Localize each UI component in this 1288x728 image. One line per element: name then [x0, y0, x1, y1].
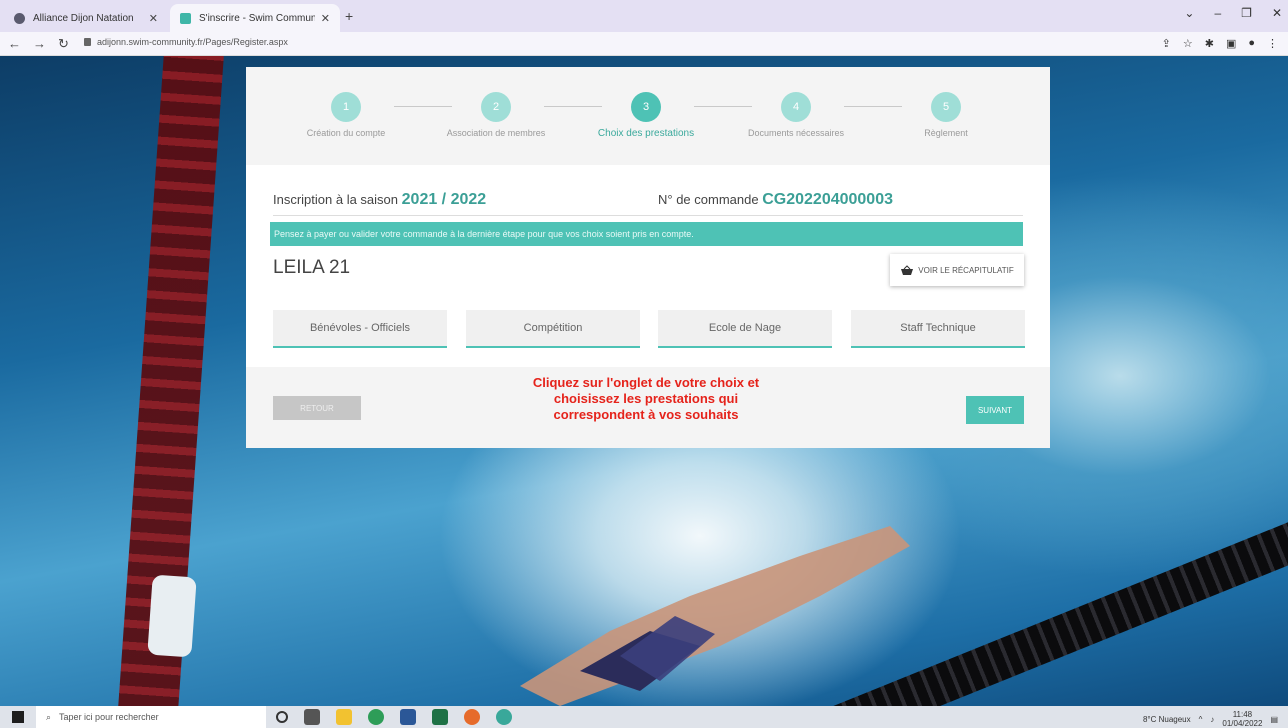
star-icon[interactable]: ☆	[1183, 37, 1193, 50]
step-label: Documents nécessaires	[747, 128, 845, 138]
word-icon[interactable]	[400, 709, 416, 725]
tab-title: S'inscrire - Swim Community	[199, 12, 315, 24]
new-tab-button[interactable]: +	[345, 8, 353, 24]
clock-date: 01/04/2022	[1222, 719, 1263, 728]
browser-toolbar-icons: ⇪ ☆ ✱ ▣ ● ⋮	[1162, 37, 1278, 50]
season-info: Inscription à la saison 2021 / 2022	[273, 191, 486, 209]
step-label: Association de membres	[446, 128, 546, 138]
window-controls: ⌄ – ❐ ✕	[1184, 6, 1282, 20]
order-label: N° de commande	[658, 192, 759, 207]
stepper: 1 Création du compte 2 Association de me…	[246, 67, 1050, 165]
category-tab-benevoles[interactable]: Bénévoles - Officiels	[273, 310, 447, 348]
lane-rope-white-segment	[147, 574, 197, 658]
search-placeholder: Taper ici pour rechercher	[59, 712, 159, 722]
notification-icon[interactable]: ▤	[1270, 715, 1278, 724]
instruction-text: Cliquez sur l'onglet de votre choix et c…	[532, 375, 760, 422]
volume-icon[interactable]: ♪	[1210, 715, 1214, 724]
divider	[273, 215, 1023, 216]
search-icon: ⌕	[46, 711, 52, 722]
recap-label: VOIR LE RÉCAPITULATIF	[918, 265, 1014, 275]
firefox-icon[interactable]	[464, 709, 480, 725]
payment-notice: Pensez à payer ou valider votre commande…	[270, 222, 1023, 246]
category-tab-staff-technique[interactable]: Staff Technique	[851, 310, 1025, 348]
back-arrow-icon[interactable]: ←	[8, 36, 21, 52]
share-icon[interactable]: ⇪	[1162, 37, 1171, 50]
step-2[interactable]: 2 Association de membres	[421, 92, 571, 138]
tab-title: Alliance Dijon Natation	[33, 12, 134, 24]
chevron-up-icon[interactable]: ^	[1199, 715, 1203, 724]
step-number: 1	[331, 92, 361, 122]
chevron-down-icon[interactable]: ⌄	[1184, 6, 1194, 20]
step-1[interactable]: 1 Création du compte	[271, 92, 421, 138]
maximize-icon[interactable]: ❐	[1241, 6, 1252, 20]
browser-tab-bar: Alliance Dijon Natation ✕ S'inscrire - S…	[0, 0, 1288, 32]
back-button[interactable]: RETOUR	[273, 396, 361, 420]
chrome-profile-icon[interactable]	[496, 709, 512, 725]
taskbar-search[interactable]: ⌕ Taper ici pour rechercher	[36, 706, 266, 728]
season-label: Inscription à la saison	[273, 192, 399, 207]
step-3-current[interactable]: 3 Choix des prestations	[571, 92, 721, 139]
extensions-icon[interactable]: ✱	[1205, 37, 1214, 50]
url-field[interactable]: adijonn.swim-community.fr/Pages/Register…	[84, 37, 288, 47]
step-4[interactable]: 4 Documents nécessaires	[721, 92, 871, 138]
category-tab-competition[interactable]: Compétition	[466, 310, 640, 348]
browser-tab-active[interactable]: S'inscrire - Swim Community ✕	[170, 4, 340, 32]
basket-icon	[901, 264, 914, 275]
member-name: LEILA 21	[273, 257, 351, 278]
task-view-icon[interactable]	[304, 709, 320, 725]
reload-icon[interactable]: ↻	[58, 36, 69, 52]
menu-icon[interactable]: ⋮	[1267, 37, 1278, 50]
category-tab-ecole-de-nage[interactable]: Ecole de Nage	[658, 310, 832, 348]
taskbar-apps	[276, 709, 512, 725]
step-number: 5	[931, 92, 961, 122]
recap-button[interactable]: VOIR LE RÉCAPITULATIF	[890, 254, 1024, 286]
excel-icon[interactable]	[432, 709, 448, 725]
step-5[interactable]: 5 Règlement	[871, 92, 1021, 138]
browser-tab[interactable]: Alliance Dijon Natation ✕	[4, 4, 168, 32]
system-tray: 8°C Nuageux ^ ♪ 11:48 01/04/2022 ▤	[1143, 710, 1278, 728]
address-bar: ← → ↻ adijonn.swim-community.fr/Pages/Re…	[0, 32, 1288, 56]
step-label: Choix des prestations	[597, 128, 695, 139]
globe-icon	[14, 12, 25, 24]
next-button[interactable]: SUIVANT	[966, 396, 1024, 424]
minimize-icon[interactable]: –	[1214, 6, 1221, 20]
step-label: Création du compte	[306, 128, 386, 138]
profile-icon[interactable]: ●	[1248, 37, 1255, 50]
lock-icon	[84, 38, 91, 46]
cortana-icon[interactable]	[276, 711, 288, 723]
weather-text[interactable]: 8°C Nuageux	[1143, 715, 1191, 724]
close-window-icon[interactable]: ✕	[1272, 6, 1282, 20]
step-label: Règlement	[924, 128, 968, 138]
windows-start-icon[interactable]	[12, 711, 24, 723]
order-info: N° de commande CG202204000003	[658, 191, 893, 209]
order-number: CG202204000003	[762, 191, 893, 208]
close-icon[interactable]: ✕	[321, 12, 330, 25]
clock-time: 11:48	[1232, 710, 1253, 719]
card-footer: RETOUR Cliquez sur l'onglet de votre cho…	[246, 367, 1050, 448]
registration-card: 1 Création du compte 2 Association de me…	[246, 67, 1050, 448]
sidebar-icon[interactable]: ▣	[1226, 37, 1236, 50]
taskbar: ⌕ Taper ici pour rechercher 8°C Nuageux …	[0, 706, 1288, 728]
season-value: 2021 / 2022	[401, 191, 487, 208]
clock[interactable]: 11:48 01/04/2022	[1222, 710, 1262, 728]
step-number: 2	[481, 92, 511, 122]
swimmer-figure	[520, 526, 910, 706]
step-number: 3	[631, 92, 661, 122]
site-favicon-icon	[180, 12, 191, 24]
step-number: 4	[781, 92, 811, 122]
close-icon[interactable]: ✕	[149, 12, 158, 25]
nav-buttons: ← → ↻	[8, 36, 69, 52]
forward-arrow-icon[interactable]: →	[33, 36, 46, 52]
url-text: adijonn.swim-community.fr/Pages/Register…	[97, 37, 288, 47]
file-explorer-icon[interactable]	[336, 709, 352, 725]
chrome-icon[interactable]	[368, 709, 384, 725]
